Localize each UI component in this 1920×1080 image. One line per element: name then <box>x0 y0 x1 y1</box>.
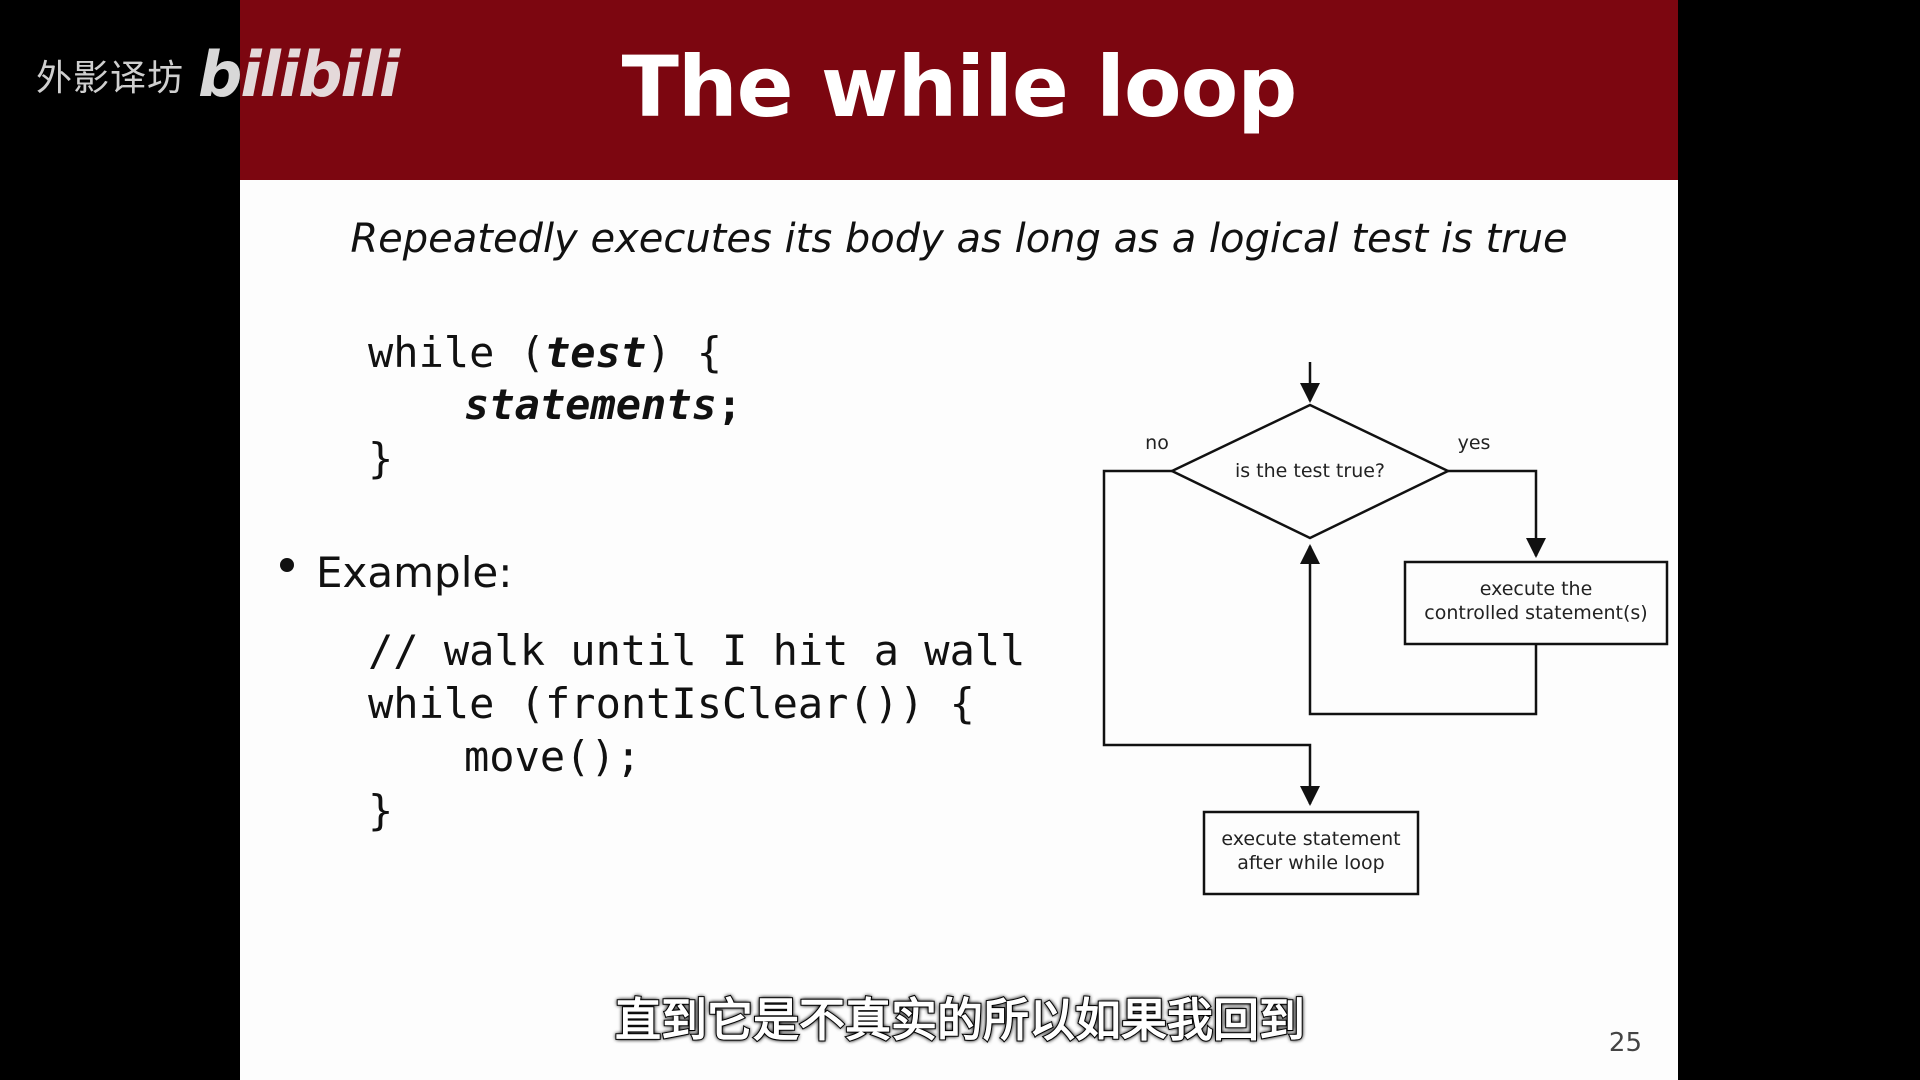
loop-back-arrow <box>1300 544 1538 716</box>
no-label: no <box>1145 432 1169 454</box>
flowchart: is the test true? no yes execute the con… <box>1102 362 1669 896</box>
video-frame: 外影译坊 bilibili The while loop Repeatedly … <box>0 0 1920 1080</box>
body-text-line-1: execute the <box>1480 578 1593 600</box>
yes-arrow <box>1448 469 1546 558</box>
watermark-text: 外影译坊 <box>36 57 185 99</box>
body-text-line-2: controlled statement(s) <box>1424 602 1647 624</box>
video-caption: 直到它是不真实的所以如果我回到 <box>614 992 1306 1048</box>
no-arrow <box>1102 469 1320 806</box>
bilibili-logo: bilibili <box>198 38 400 111</box>
after-text-line-1: execute statement <box>1221 828 1400 850</box>
slide: The while loop Repeatedly executes its b… <box>240 0 1678 1080</box>
yes-label: yes <box>1458 432 1491 454</box>
after-text-line-2: after while loop <box>1237 852 1384 874</box>
watermark: 外影译坊 bilibili <box>36 38 400 111</box>
decision-text: is the test true? <box>1235 460 1385 482</box>
